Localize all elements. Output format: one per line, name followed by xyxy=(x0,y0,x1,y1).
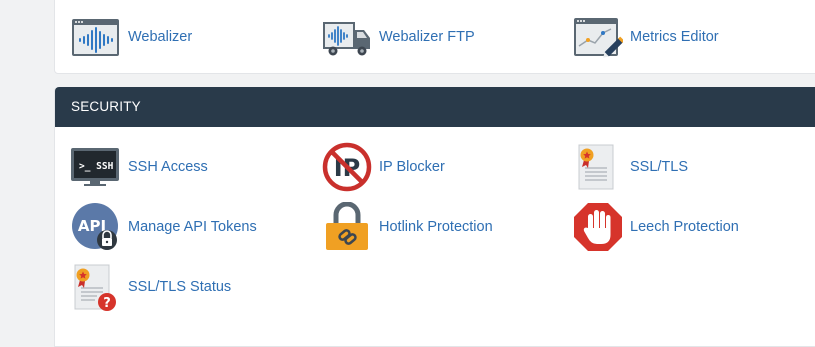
metrics-editor-link[interactable]: Metrics Editor xyxy=(573,12,719,62)
ssl-tls-status-label: SSL/TLS Status xyxy=(128,279,232,295)
ssh-access-link[interactable]: >_ SSH SSH Access xyxy=(71,142,208,192)
ssl-status-icon: ? xyxy=(71,262,121,312)
leech-protection-link[interactable]: Leech Protection xyxy=(573,202,739,252)
stop-hand-icon xyxy=(573,202,623,252)
manage-api-tokens-link[interactable]: API Manage API Tokens xyxy=(71,202,257,252)
metrics-editor-label: Metrics Editor xyxy=(630,29,719,45)
webalizer-icon xyxy=(71,12,121,62)
metrics-editor-icon xyxy=(573,12,623,62)
security-panel: SECURITY >_ SSH SSH Access IP IP Blocker xyxy=(54,87,815,347)
ip-blocker-link[interactable]: IP IP Blocker xyxy=(322,142,445,192)
ssl-status-question-text: ? xyxy=(103,296,111,311)
leech-protection-label: Leech Protection xyxy=(630,219,739,235)
webalizer-ftp-icon xyxy=(322,12,372,62)
ssl-tls-link[interactable]: SSL/TLS xyxy=(573,142,688,192)
metrics-panel: Webalizer Webalizer FTP Metrics Editor xyxy=(54,0,815,74)
ssh-icon-text: >_ SSH xyxy=(79,161,114,172)
ip-blocker-icon: IP xyxy=(322,142,372,192)
manage-api-tokens-label: Manage API Tokens xyxy=(128,219,257,235)
webalizer-ftp-link[interactable]: Webalizer FTP xyxy=(322,12,475,62)
ssl-tls-label: SSL/TLS xyxy=(630,159,689,175)
hotlink-protection-link[interactable]: Hotlink Protection xyxy=(322,202,493,252)
webalizer-label: Webalizer xyxy=(128,29,193,45)
ssh-access-label: SSH Access xyxy=(128,159,208,175)
security-header[interactable]: SECURITY xyxy=(55,87,815,127)
webalizer-link[interactable]: Webalizer xyxy=(71,12,192,62)
api-icon: API xyxy=(71,202,121,252)
ssl-tls-status-link[interactable]: ? SSL/TLS Status xyxy=(71,262,231,312)
webalizer-ftp-label: Webalizer FTP xyxy=(379,29,475,45)
ip-blocker-label: IP Blocker xyxy=(379,159,445,175)
ssh-icon: >_ SSH xyxy=(71,142,121,192)
hotlink-protection-label: Hotlink Protection xyxy=(379,219,493,235)
ssl-certificate-icon xyxy=(573,142,623,192)
padlock-icon xyxy=(322,202,372,252)
